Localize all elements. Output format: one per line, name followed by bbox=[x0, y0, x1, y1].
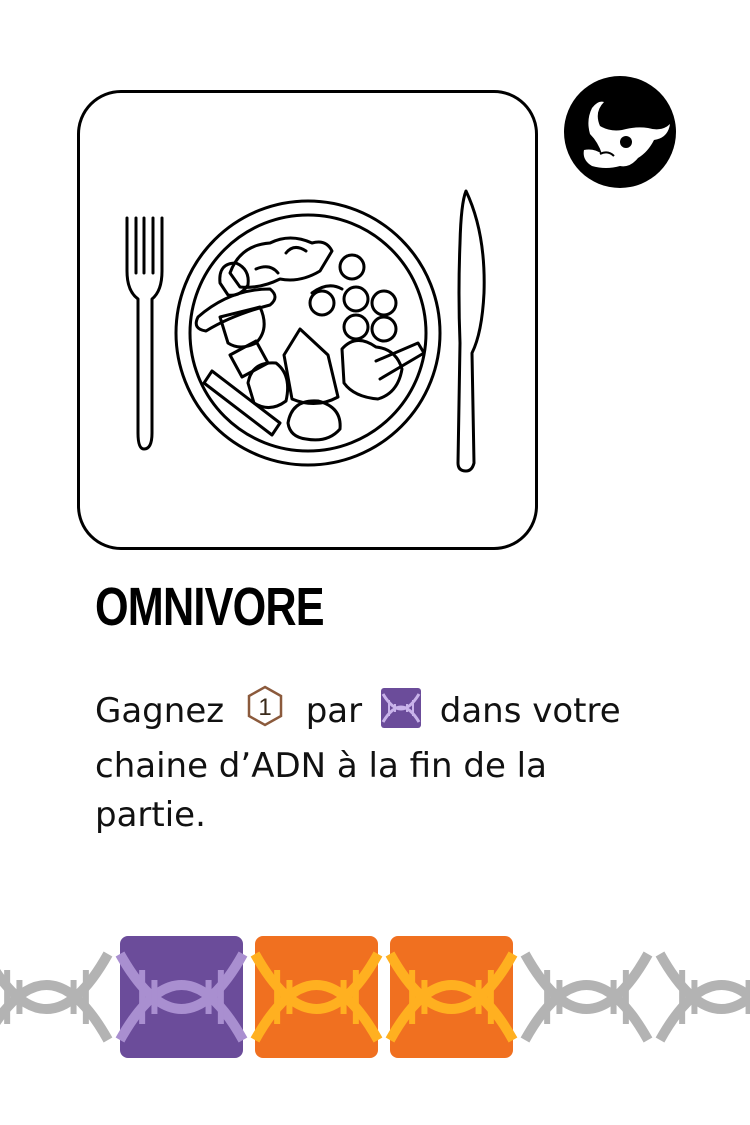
plate-fork-knife-icon bbox=[125, 189, 486, 473]
description-text-par: par bbox=[305, 691, 363, 731]
hexagon-point-icon: 1 bbox=[243, 684, 287, 742]
description-text-dans-votre: dans votre bbox=[439, 691, 621, 731]
description-line-3: partie. bbox=[95, 795, 206, 835]
card-description: Gagnez 1 par dans votre chaine d’ADN à l… bbox=[95, 684, 695, 840]
card-title: OMNIVORE bbox=[95, 577, 325, 637]
illustration-frame bbox=[77, 90, 538, 550]
dna-segment-purple bbox=[115, 936, 248, 1058]
description-line-2: chaine d’ADN à la fin de la bbox=[95, 746, 547, 786]
dna-segment-orange bbox=[385, 936, 518, 1058]
dna-chain bbox=[0, 936, 750, 1058]
reward-value: 1 bbox=[258, 694, 271, 721]
dna-segment-gray bbox=[520, 951, 653, 1043]
description-line-1: Gagnez 1 par dans votre bbox=[95, 684, 695, 742]
dna-segment-gray bbox=[0, 951, 113, 1043]
description-text-gagnez: Gagnez bbox=[95, 691, 225, 731]
dna-segment-orange bbox=[250, 936, 383, 1058]
purple-dna-icon bbox=[380, 688, 421, 742]
dna-segment-gray bbox=[655, 951, 750, 1043]
bull-skull-icon bbox=[583, 101, 670, 168]
bull-skull-badge bbox=[564, 76, 676, 188]
